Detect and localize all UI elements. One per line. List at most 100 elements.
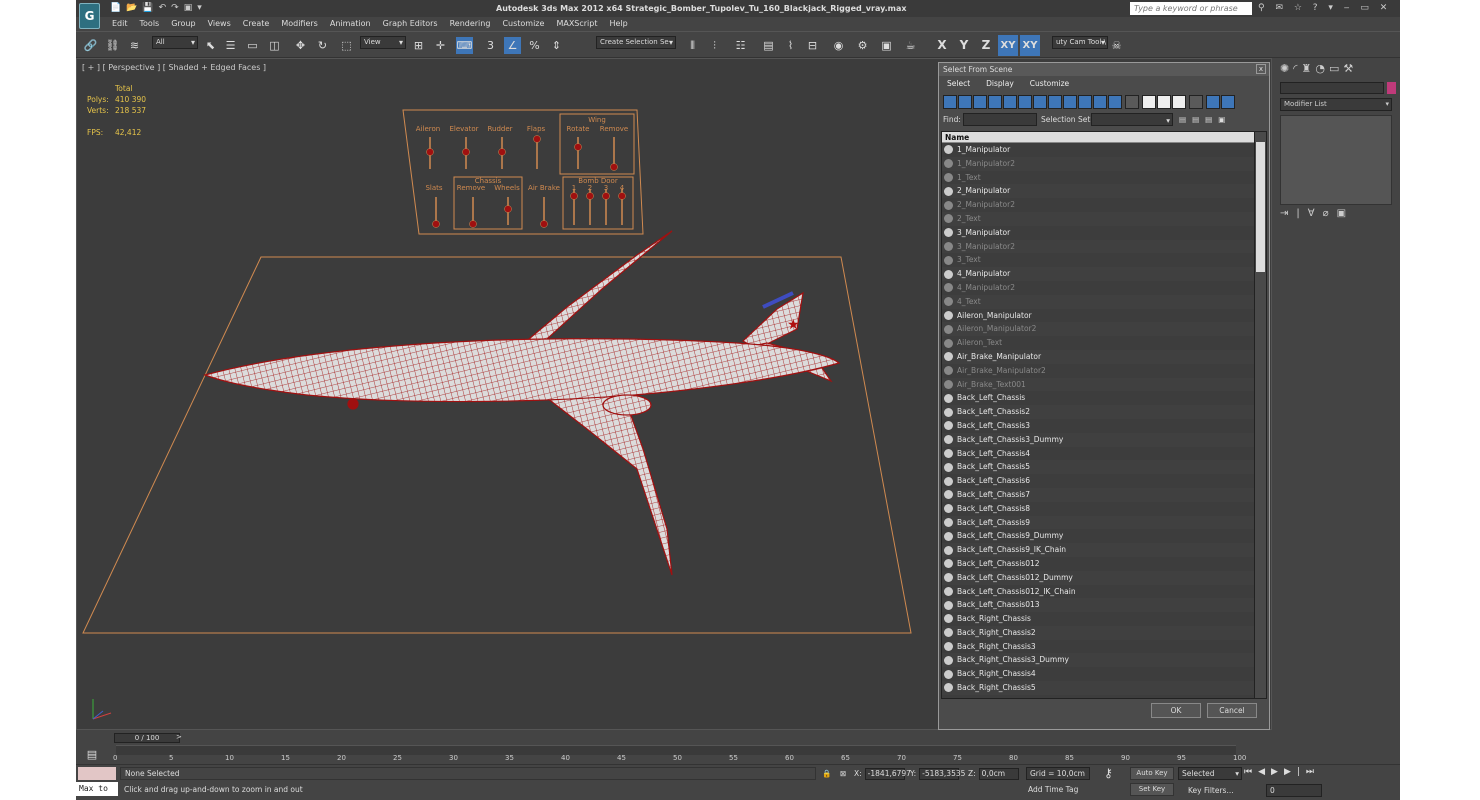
list-item[interactable]: Back_Left_Chassis3 — [942, 419, 1254, 433]
schematic-view-icon[interactable]: ⊟ — [804, 37, 821, 54]
snaps-toggle-icon[interactable]: 3 — [482, 37, 499, 54]
select-by-name-icon[interactable]: ☰ — [222, 37, 239, 54]
set-key-button[interactable]: Set Key — [1130, 783, 1174, 796]
list-item[interactable]: 3_Manipulator — [942, 226, 1254, 240]
y-coordinate[interactable]: -5183,3535 — [919, 768, 965, 780]
menu-help[interactable]: Help — [604, 17, 634, 30]
dialog-title-bar[interactable]: Select From Scene x — [939, 63, 1269, 76]
playback-controls[interactable]: ⏮◀▶▶|⏭ — [1244, 767, 1320, 777]
skull-icon[interactable]: ☠ — [1108, 37, 1125, 54]
menu-maxscript[interactable]: MAXScript — [550, 17, 603, 30]
list-item[interactable]: Back_Left_Chassis6 — [942, 474, 1254, 488]
list-item[interactable]: Back_Left_Chassis012 — [942, 557, 1254, 571]
add-time-tag-button[interactable]: Add Time Tag — [1028, 785, 1078, 794]
list-item[interactable]: Aileron_Manipulator2 — [942, 322, 1254, 337]
display-hidden-icon[interactable] — [1108, 95, 1122, 109]
rotate-icon[interactable]: ↻ — [314, 37, 331, 54]
menu-group[interactable]: Group — [165, 17, 201, 30]
list-item[interactable]: Back_Left_Chassis — [942, 391, 1254, 405]
unlink-icon[interactable]: ⛓ — [104, 37, 121, 54]
list-item[interactable]: 2_Text — [942, 211, 1254, 226]
hierarchy-tab-icon[interactable]: ♜ — [1301, 62, 1311, 78]
menu-animation[interactable]: Animation — [324, 17, 377, 30]
filter-options-icon[interactable] — [1221, 95, 1235, 109]
maxscript-mini-listener[interactable]: Max to — [76, 782, 118, 796]
mini-curve-editor-icon[interactable]: ▤ — [82, 746, 102, 763]
display-shapes-icon[interactable] — [958, 95, 972, 109]
list-item[interactable]: 4_Manipulator — [942, 267, 1254, 281]
menu-modifiers[interactable]: Modifiers — [275, 17, 324, 30]
menu-rendering[interactable]: Rendering — [444, 17, 497, 30]
list-item[interactable]: Back_Left_Chassis9_Dummy — [942, 529, 1254, 543]
list-item[interactable]: 4_Text — [942, 294, 1254, 309]
pivot-center-icon[interactable]: ⊞ — [410, 37, 427, 54]
list-item[interactable]: 2_Manipulator2 — [942, 198, 1254, 212]
list-item[interactable]: Air_Brake_Manipulator — [942, 349, 1254, 364]
utilities-tab-icon[interactable]: ⚒ — [1343, 62, 1353, 78]
find-input[interactable] — [963, 113, 1037, 126]
dialog-menu-display[interactable]: Display — [978, 77, 1022, 90]
help-icons[interactable]: ⚲ ✉ ☆ ? ▾ ‒ ▭ ✕ — [1258, 3, 1391, 13]
list-item[interactable]: 2_Manipulator — [942, 184, 1254, 199]
display-spacewarps-icon[interactable] — [1018, 95, 1032, 109]
key-mode-dropdown[interactable]: Selected — [1178, 767, 1242, 780]
display-helpers-icon[interactable] — [1003, 95, 1017, 109]
list-item[interactable]: Air_Brake_Text001 — [942, 377, 1254, 392]
list-scroll-thumb[interactable] — [1256, 142, 1265, 272]
display-containers-icon[interactable] — [1078, 95, 1092, 109]
auto-key-button[interactable]: Auto Key — [1130, 767, 1174, 780]
list-item[interactable]: Back_Left_Chassis9_IK_Chain — [942, 543, 1254, 557]
rect-selection-icon[interactable]: ▭ — [244, 37, 261, 54]
mirror-icon[interactable]: ⫴ — [684, 37, 701, 54]
list-item[interactable]: Back_Right_Chassis4 — [942, 667, 1254, 681]
time-slider-next[interactable]: > — [176, 733, 182, 741]
list-item[interactable]: Back_Left_Chassis012_IK_Chain — [942, 585, 1254, 599]
list-item[interactable]: Back_Right_Chassis5 — [942, 681, 1254, 695]
help-search-input[interactable]: Type a keyword or phrase — [1130, 2, 1252, 15]
modifier-stack-tools[interactable]: ⇥|∀⌀▣ — [1280, 208, 1354, 219]
list-item[interactable]: Back_Left_Chassis2 — [942, 405, 1254, 419]
list-item[interactable]: Back_Right_Chassis2 — [942, 625, 1254, 640]
cancel-button[interactable]: Cancel — [1207, 703, 1257, 718]
ok-button[interactable]: OK — [1151, 703, 1201, 718]
axis-z-button[interactable]: Z — [976, 35, 996, 56]
render-production-icon[interactable]: ☕ — [902, 37, 919, 54]
menu-tools[interactable]: Tools — [134, 17, 166, 30]
menu-edit[interactable]: Edit — [106, 17, 134, 30]
list-item[interactable]: Back_Left_Chassis012_Dummy — [942, 570, 1254, 585]
display-geometry-icon[interactable] — [943, 95, 957, 109]
menu-views[interactable]: Views — [202, 17, 237, 30]
bind-space-warp-icon[interactable]: ≋ — [126, 37, 143, 54]
axis-x-button[interactable]: X — [932, 35, 952, 56]
named-selection-sets-dropdown[interactable]: Create Selection Se — [596, 36, 676, 49]
axis-xy-button[interactable]: XY — [998, 35, 1018, 56]
render-setup-icon[interactable]: ⚙ — [854, 37, 871, 54]
select-all-icon[interactable] — [1142, 95, 1156, 109]
key-filters-button[interactable]: Key Filters... — [1188, 786, 1234, 795]
selection-set-tools[interactable]: ▤▤▤▣ — [1179, 113, 1231, 126]
list-item[interactable]: Back_Left_Chassis5 — [942, 460, 1254, 475]
scene-object-list[interactable]: Name 1_Manipulator 1_Manipulator2 1_Text 2_… — [941, 131, 1267, 699]
keyboard-shortcut-override-icon[interactable]: ⌨ — [456, 37, 473, 54]
quick-access-toolbar[interactable]: 📄📂💾↶↷▣▾ — [110, 3, 207, 13]
select-none-icon[interactable] — [1157, 95, 1171, 109]
list-item[interactable]: 1_Text — [942, 171, 1254, 185]
spinner-snap-icon[interactable]: ⇕ — [548, 37, 565, 54]
menu-customize[interactable]: Customize — [496, 17, 550, 30]
axis-y-button[interactable]: Y — [954, 35, 974, 56]
fuselage[interactable] — [203, 338, 841, 403]
x-coordinate[interactable]: -1841,6797 — [864, 768, 911, 780]
list-item[interactable]: 1_Manipulator — [942, 143, 1254, 157]
menu-graph-editors[interactable]: Graph Editors — [377, 17, 444, 30]
graphite-ribbon-icon[interactable]: ▤ — [760, 37, 777, 54]
rendered-frame-icon[interactable]: ▣ — [878, 37, 895, 54]
bomber-wireframe-model[interactable] — [203, 230, 841, 576]
current-frame-field[interactable]: 0 — [1266, 784, 1322, 797]
list-item[interactable]: 4_Manipulator2 — [942, 281, 1254, 295]
time-slider[interactable]: 0 / 100 — [114, 733, 180, 743]
display-lights-icon[interactable] — [973, 95, 987, 109]
list-item[interactable]: Back_Left_Chassis7 — [942, 487, 1254, 502]
list-header-name[interactable]: Name — [942, 132, 1266, 143]
list-item[interactable]: 3_Manipulator2 — [942, 239, 1254, 254]
curve-editor-icon[interactable]: ⌇ — [782, 37, 799, 54]
